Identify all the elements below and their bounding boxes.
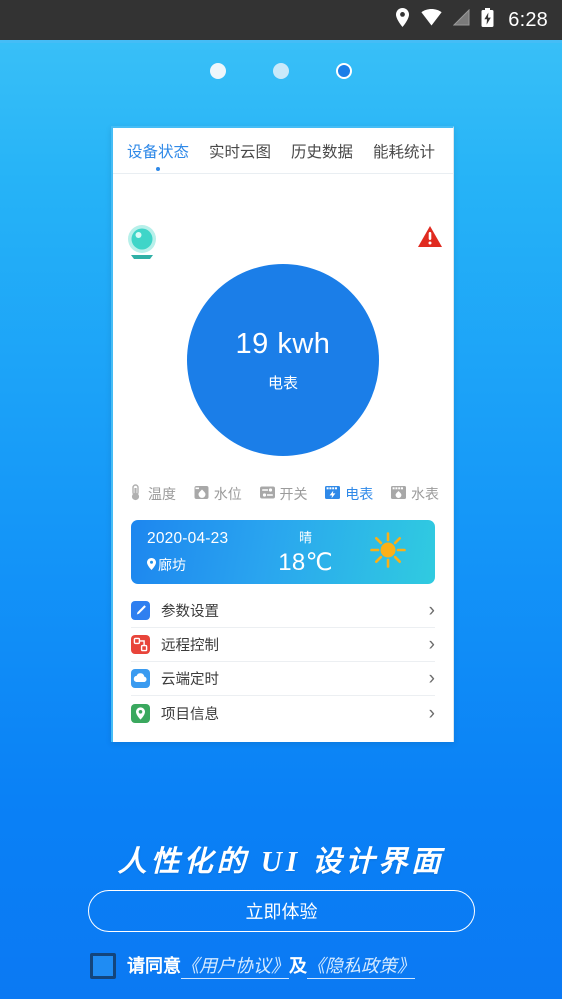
switch-icon — [259, 484, 276, 504]
menu-item-label: 远程控制 — [161, 638, 219, 654]
tab-bar: 设备状态 实时云图 历史数据 能耗统计 — [113, 128, 453, 174]
weather-icon-slot — [357, 530, 419, 575]
cellular-signal-icon — [453, 8, 470, 31]
tab-history-data[interactable]: 历史数据 — [291, 140, 353, 162]
tab-label: 历史数据 — [291, 143, 354, 161]
privacy-policy-link[interactable]: 《隐私政策》 — [307, 952, 415, 979]
weather-date: 2020-04-23 — [147, 529, 229, 547]
tab-label: 能耗统计 — [373, 143, 436, 161]
agreement-conjunction: 及 — [289, 956, 307, 976]
location-pin-icon — [131, 703, 159, 723]
agreement-lead: 请同意 — [127, 956, 181, 976]
electric-meter-icon — [324, 484, 341, 504]
warning-triangle-icon[interactable] — [418, 226, 442, 253]
agreement-row: 请同意 《用户协议》 及 《隐私政策》 — [90, 952, 415, 979]
menu-item-project-info[interactable]: 项目信息 › — [131, 696, 435, 730]
weather-condition: 晴 — [298, 530, 312, 545]
cloud-icon — [131, 669, 159, 688]
weather-temperature: 18℃ — [278, 549, 333, 576]
menu-item-label: 云端定时 — [161, 672, 219, 688]
wifi-icon — [421, 9, 442, 31]
device-type-switch[interactable]: 开关 — [259, 484, 308, 504]
menu-item-parameter-settings[interactable]: 参数设置 › — [131, 594, 435, 628]
device-type-temperature[interactable]: 温度 — [127, 484, 176, 504]
tab-label: 实时云图 — [209, 143, 272, 161]
user-agreement-link[interactable]: 《用户协议》 — [181, 952, 289, 979]
chevron-right-icon[interactable]: › — [429, 635, 435, 654]
chevron-right-icon[interactable]: › — [429, 704, 435, 723]
try-now-label: 立即体验 — [245, 902, 318, 922]
menu-item-label: 项目信息 — [161, 706, 219, 723]
device-type-label: 水位 — [213, 486, 242, 502]
device-type-label: 开关 — [279, 486, 308, 502]
device-type-label: 水表 — [411, 486, 439, 502]
device-type-label: 温度 — [148, 486, 176, 502]
settings-menu: 参数设置 › 远程控制 › 云端定时 › 项目信息 › — [113, 584, 453, 742]
device-type-water-meter[interactable]: 水表 — [390, 484, 439, 504]
agreement-checkbox[interactable] — [90, 952, 116, 979]
weather-card-wrapper: 2020-04-23 廊坊 晴 18℃ — [113, 518, 453, 584]
weather-card[interactable]: 2020-04-23 廊坊 晴 18℃ — [131, 520, 435, 584]
chevron-right-icon[interactable]: › — [429, 669, 435, 688]
agreement-text: 请同意 《用户协议》 及 《隐私政策》 — [127, 952, 415, 979]
water-meter-icon — [390, 484, 407, 504]
menu-item-cloud-timer[interactable]: 云端定时 › — [131, 662, 435, 696]
battery-charging-icon — [481, 8, 494, 32]
weather-location: 廊坊 — [147, 555, 262, 575]
device-type-electric-meter[interactable]: 电表 — [324, 484, 373, 504]
menu-item-label: 参数设置 — [161, 604, 219, 620]
pager-dot-2[interactable] — [273, 63, 289, 79]
tab-label: 设备状态 — [127, 143, 190, 161]
location-pin-icon — [147, 557, 156, 573]
location-pin-icon — [395, 8, 410, 32]
device-type-label: 电表 — [345, 486, 374, 502]
status-time: 6:28 — [508, 8, 548, 31]
active-tab-indicator-dot — [156, 166, 160, 171]
pager-dots[interactable] — [0, 43, 562, 99]
chevron-right-icon[interactable]: › — [429, 601, 435, 620]
promo-tagline: 人性化的 UI 设计界面 — [117, 846, 445, 878]
weather-left: 2020-04-23 廊坊 — [147, 530, 262, 575]
status-bar: 6:28 — [0, 0, 562, 40]
gauge-label: 电表 — [267, 374, 298, 392]
remote-control-icon — [131, 635, 159, 654]
tab-energy-statistics[interactable]: 能耗统计 — [373, 140, 435, 162]
device-status-panel: 19 kwh 电表 — [113, 174, 453, 474]
device-type-selector: 温度 水位 开关 电表 水表 — [113, 474, 453, 518]
tab-device-status[interactable]: 设备状态 — [127, 140, 190, 171]
tab-realtime-cloudmap[interactable]: 实时云图 — [209, 140, 271, 162]
pager-dot-3[interactable] — [336, 63, 352, 79]
weather-middle: 晴 18℃ — [254, 527, 357, 577]
try-now-button[interactable]: 立即体验 — [88, 890, 475, 932]
sun-icon — [368, 530, 408, 575]
gauge-value: 19 kwh — [235, 327, 331, 360]
energy-gauge-bubble[interactable]: 19 kwh 电表 — [187, 264, 379, 456]
water-level-icon — [193, 484, 210, 504]
pager-dot-1[interactable] — [210, 63, 226, 79]
menu-item-remote-control[interactable]: 远程控制 › — [131, 628, 435, 662]
weather-location-label: 廊坊 — [158, 556, 186, 573]
pencil-icon — [131, 601, 159, 620]
thermometer-icon — [127, 484, 144, 504]
app-preview-card: 设备状态 实时云图 历史数据 能耗统计 19 kwh 电表 温度 水位 开关 电… — [111, 126, 454, 742]
device-sensor-icon[interactable] — [125, 224, 159, 265]
device-type-water-level[interactable]: 水位 — [193, 484, 242, 504]
